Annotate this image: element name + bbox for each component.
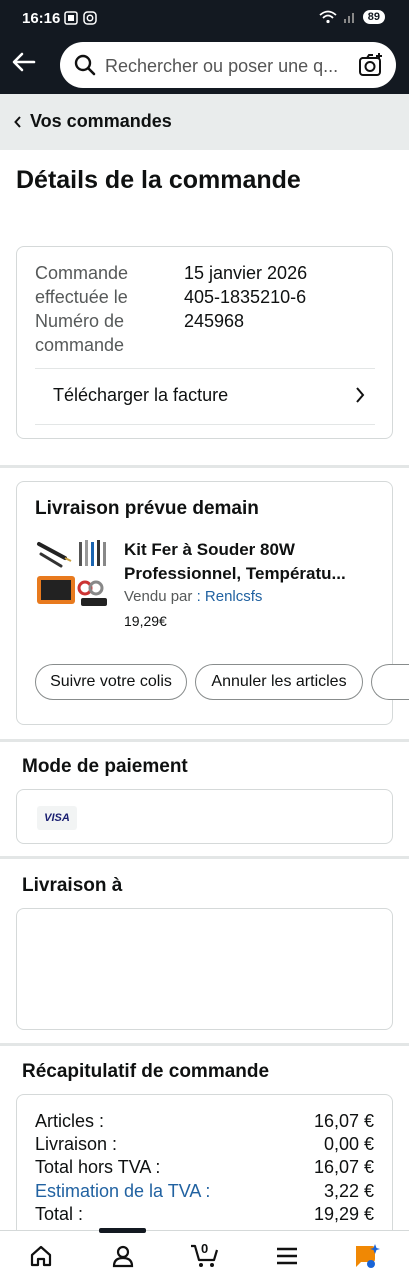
order-info-card: Commande effectuée le Numéro de commande… [16, 246, 393, 439]
order-labels: Commande effectuée le Numéro de commande [35, 261, 165, 357]
order-values: 15 janvier 2026 405-1835210-6245968 [184, 261, 344, 333]
search-placeholder: Rechercher ou poser une q... [105, 56, 339, 76]
instagram-icon [83, 11, 97, 25]
camera-search-icon[interactable] [358, 52, 384, 78]
breadcrumb-label: Vos commandes [30, 111, 172, 131]
visa-card-icon: VISA [37, 806, 77, 830]
more-actions-button[interactable] [371, 664, 409, 700]
delivery-card: Livraison prévue demain Kit Fer à Souder… [16, 481, 409, 725]
payment-card: VISA [16, 789, 393, 844]
breadcrumb-bar: Vos commandes [0, 94, 409, 150]
menu-icon[interactable] [272, 1241, 302, 1271]
summary-vat-value: 3,22 € [323, 1181, 374, 1201]
delivery-heading: Livraison prévue demain [35, 498, 259, 519]
download-invoice-button[interactable]: Télécharger la facture [35, 368, 375, 425]
signal-icon [343, 13, 354, 23]
wifi-icon [319, 10, 337, 24]
invoice-label: Télécharger la facture [53, 385, 229, 405]
summary-vat-link[interactable]: Estimation de la TVA : [35, 1181, 210, 1202]
cart-count: 0 [201, 1241, 209, 1256]
seller-prefix: Vendu par [124, 588, 193, 605]
section-divider [0, 1043, 409, 1046]
summary-shipping-label: Livraison : [35, 1134, 118, 1154]
rufus-assistant-icon[interactable] [352, 1241, 382, 1271]
search-input[interactable]: Rechercher ou poser une q... [60, 42, 396, 88]
battery-indicator: 89 [362, 10, 385, 24]
arrow-left-icon [12, 52, 36, 72]
seller-row: Vendu par : Renlcsfs [124, 588, 262, 605]
summary-subtotal-label: Total hors TVA : [35, 1157, 161, 1177]
summary-heading: Récapitulatif de commande [22, 1061, 270, 1082]
shipping-address-card [16, 908, 393, 1030]
section-divider [0, 739, 409, 742]
summary-articles-label: Articles : [35, 1111, 105, 1131]
order-number-value: 405-1835210-6245968 [184, 287, 307, 331]
product-image[interactable] [35, 536, 109, 610]
status-bar: 16:16 89 [0, 0, 409, 36]
order-number-label: Numéro de commande [35, 311, 125, 355]
summary-shipping-value: 0,00 € [323, 1134, 374, 1154]
section-divider [0, 856, 409, 859]
summary-subtotal-value: 16,07 € [313, 1157, 374, 1177]
account-icon[interactable] [108, 1241, 138, 1271]
product-title[interactable]: Kit Fer à Souder 80W Professionnel, Temp… [124, 538, 374, 586]
home-icon[interactable] [26, 1241, 56, 1271]
track-package-button[interactable]: Suivre votre colis [35, 664, 187, 700]
cart-icon[interactable]: 0 [188, 1241, 222, 1271]
status-time: 16:16 [22, 10, 61, 27]
page-title: Détails de la commande [16, 166, 301, 194]
back-button[interactable] [10, 48, 38, 76]
shipping-heading: Livraison à [22, 875, 123, 896]
summary-total-label: Total : [35, 1204, 84, 1224]
screenshot-icon [64, 11, 78, 25]
chevron-right-icon [356, 387, 365, 403]
app-header: Rechercher ou poser une q... [0, 36, 409, 94]
summary-total-value: 19,29 € [313, 1204, 374, 1224]
cancel-items-button[interactable]: Annuler les articles [195, 664, 363, 700]
seller-link[interactable]: : Renlcsfs [197, 588, 263, 605]
chevron-left-icon [14, 115, 21, 128]
order-date-label: Commande effectuée le [35, 263, 129, 307]
section-divider [0, 465, 409, 468]
bottom-nav: 0 [0, 1228, 409, 1280]
order-date-value: 15 janvier 2026 [184, 263, 308, 283]
active-tab-indicator [99, 1228, 146, 1233]
payment-heading: Mode de paiement [22, 756, 188, 777]
product-price: 19,29€ [124, 613, 167, 629]
search-icon [74, 54, 96, 76]
summary-articles-value: 16,07 € [313, 1111, 374, 1131]
breadcrumb[interactable]: Vos commandes [14, 111, 172, 132]
